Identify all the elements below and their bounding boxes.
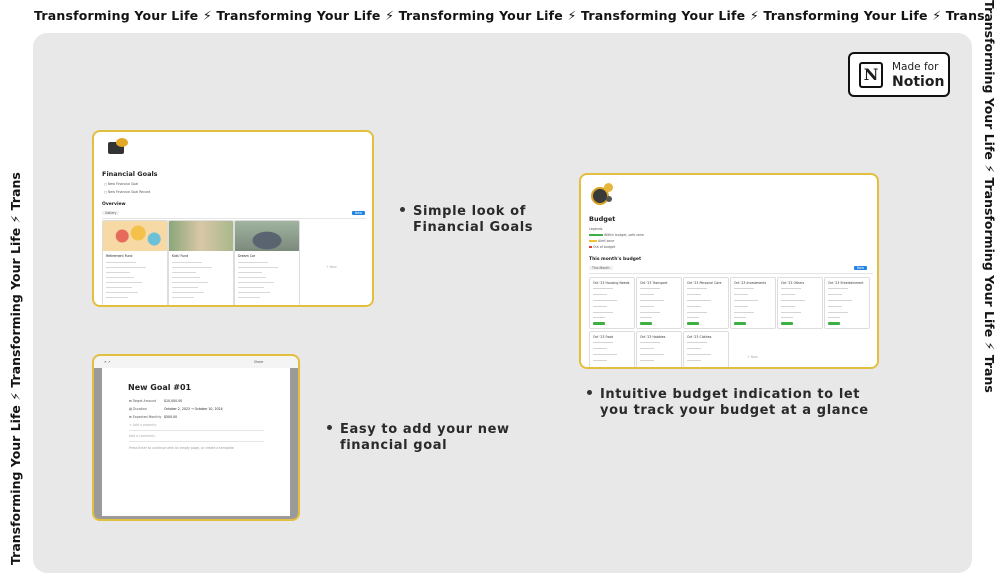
new-entry-button: New [352,211,365,215]
add-new-budget: + New [747,355,758,359]
new-goal-screenshot: ✕ ↗ Share New Goal #01 ⊞ Target Amount $… [92,354,300,521]
gallery-tab: Gallery [102,211,120,215]
bullet-simple-look: Simple look of Financial Goals [400,204,533,236]
car-image [235,221,299,251]
budget-screenshot: Budget Legends Within budget, safe zone … [579,173,879,369]
close-icon: ✕ ↗ [104,360,111,364]
prop-target-amount: ⊞ Target Amount [129,399,157,403]
overview-heading: Overview [102,202,126,207]
budget-card: Oct '23 Investments [730,277,776,329]
goal-card-retirement: Retirement Fund [102,220,168,305]
prop-expected-monthly: ⊞ Expected Monthly [129,415,162,419]
new-goal-button: ▢ New Financial Goal [104,182,139,186]
this-month-heading: This month's budget [589,257,642,262]
add-comment: Add a comment... [129,434,158,438]
topbar-share: Share [254,360,264,364]
financial-goals-screenshot: Financial Goals ▢ New Financial Goal ▢ N… [92,130,374,307]
budget-card: Oct '23 Personal Care [683,277,729,329]
budget-card: Oct '23 Others [777,277,823,329]
gear-coin-icon [591,183,617,205]
bullet-easy-add: Easy to add your new financial goal [327,422,510,454]
goal-card-dream-car: Dream Car [234,220,300,305]
badge-made-for: Made for [892,61,939,73]
goals-page-title: Financial Goals [102,170,158,178]
goal-card-kids-fund: Kids' Fund [168,220,234,305]
this-month-tab: This Month [589,266,613,270]
add-property: + Add a property [129,423,157,427]
marquee-right: Transforming Your Life ⚡ Transforming Yo… [982,0,997,393]
badge-notion: Notion [892,74,945,90]
legends-label: Legends [589,227,603,231]
legend-alert: Alert zone [589,239,614,243]
budget-card: Oct '23 Transport [636,277,682,329]
marquee-top: Transforming Your Life ⚡ Transforming Yo… [34,8,984,23]
budget-page-title: Budget [589,215,616,223]
prop-duration: ▤ Duration [129,407,147,411]
new-goal-record-button: ▢ New Financial Goal Record [104,190,151,194]
made-for-notion-badge: N Made for Notion [848,52,950,97]
legend-safe: Within budget, safe zone [589,233,644,237]
marquee-left: Transforming Your Life ⚡ Transforming Yo… [8,172,23,565]
budget-card: Oct '23 Hobbies [636,331,682,367]
bullet-budget-indication: Intuitive budget indication to let you t… [587,387,869,419]
budget-card: Oct '23 Housing Needs [589,277,635,329]
kids-image [169,221,233,251]
budget-card: Oct '23 Entertainment [824,277,870,329]
empty-page-hint: Press Enter to continue with an empty pa… [129,446,234,450]
wallet-icon [106,138,128,156]
notion-logo-icon: N [859,62,883,88]
new-goal-title: New Goal #01 [128,383,192,392]
budget-card: Oct '23 Clothes [683,331,729,367]
balloons-image [103,221,167,251]
legend-out: Out of budget [589,245,615,249]
budget-new-button: New [854,266,867,270]
budget-card: Oct '23 Food [589,331,635,367]
add-new-goal: + New [326,265,337,269]
